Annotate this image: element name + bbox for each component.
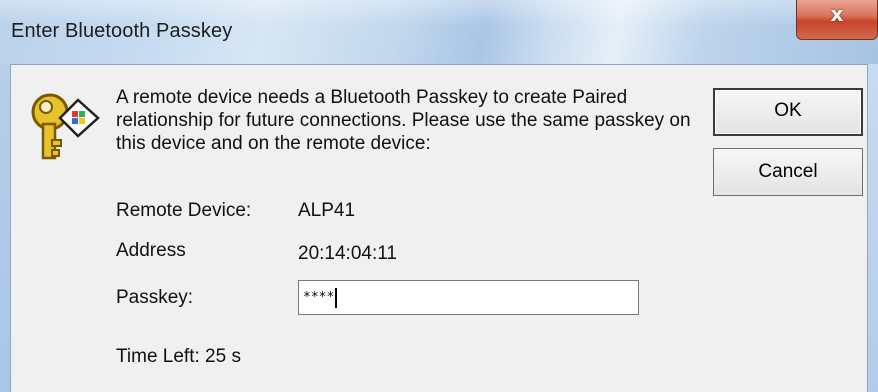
time-left-text: Time Left: 25 s bbox=[116, 346, 241, 367]
window-border-left bbox=[0, 64, 10, 392]
window-border-right bbox=[868, 64, 878, 392]
window-title: Enter Bluetooth Passkey bbox=[11, 20, 233, 42]
passkey-value: **** bbox=[303, 290, 335, 305]
ok-button[interactable]: OK bbox=[713, 88, 863, 136]
passkey-label: Passkey: bbox=[116, 287, 194, 308]
remote-device-label: Remote Device: bbox=[116, 200, 252, 221]
passkey-input[interactable]: **** bbox=[298, 280, 639, 315]
address-label: Address bbox=[116, 240, 186, 261]
dialog-message: A remote device needs a Bluetooth Passke… bbox=[116, 87, 691, 154]
text-caret bbox=[335, 287, 338, 308]
remote-device-value: ALP41 bbox=[298, 200, 356, 221]
cancel-button[interactable]: Cancel bbox=[713, 148, 863, 196]
close-button[interactable]: x bbox=[796, 0, 878, 40]
close-icon: x bbox=[830, 2, 844, 26]
address-value: 20:14:04:11 bbox=[298, 243, 397, 264]
title-bar[interactable]: Enter Bluetooth Passkey bbox=[0, 0, 878, 64]
passkey-dialog: Enter Bluetooth Passkey x A remote devic… bbox=[0, 0, 878, 392]
key-icon bbox=[31, 93, 100, 160]
